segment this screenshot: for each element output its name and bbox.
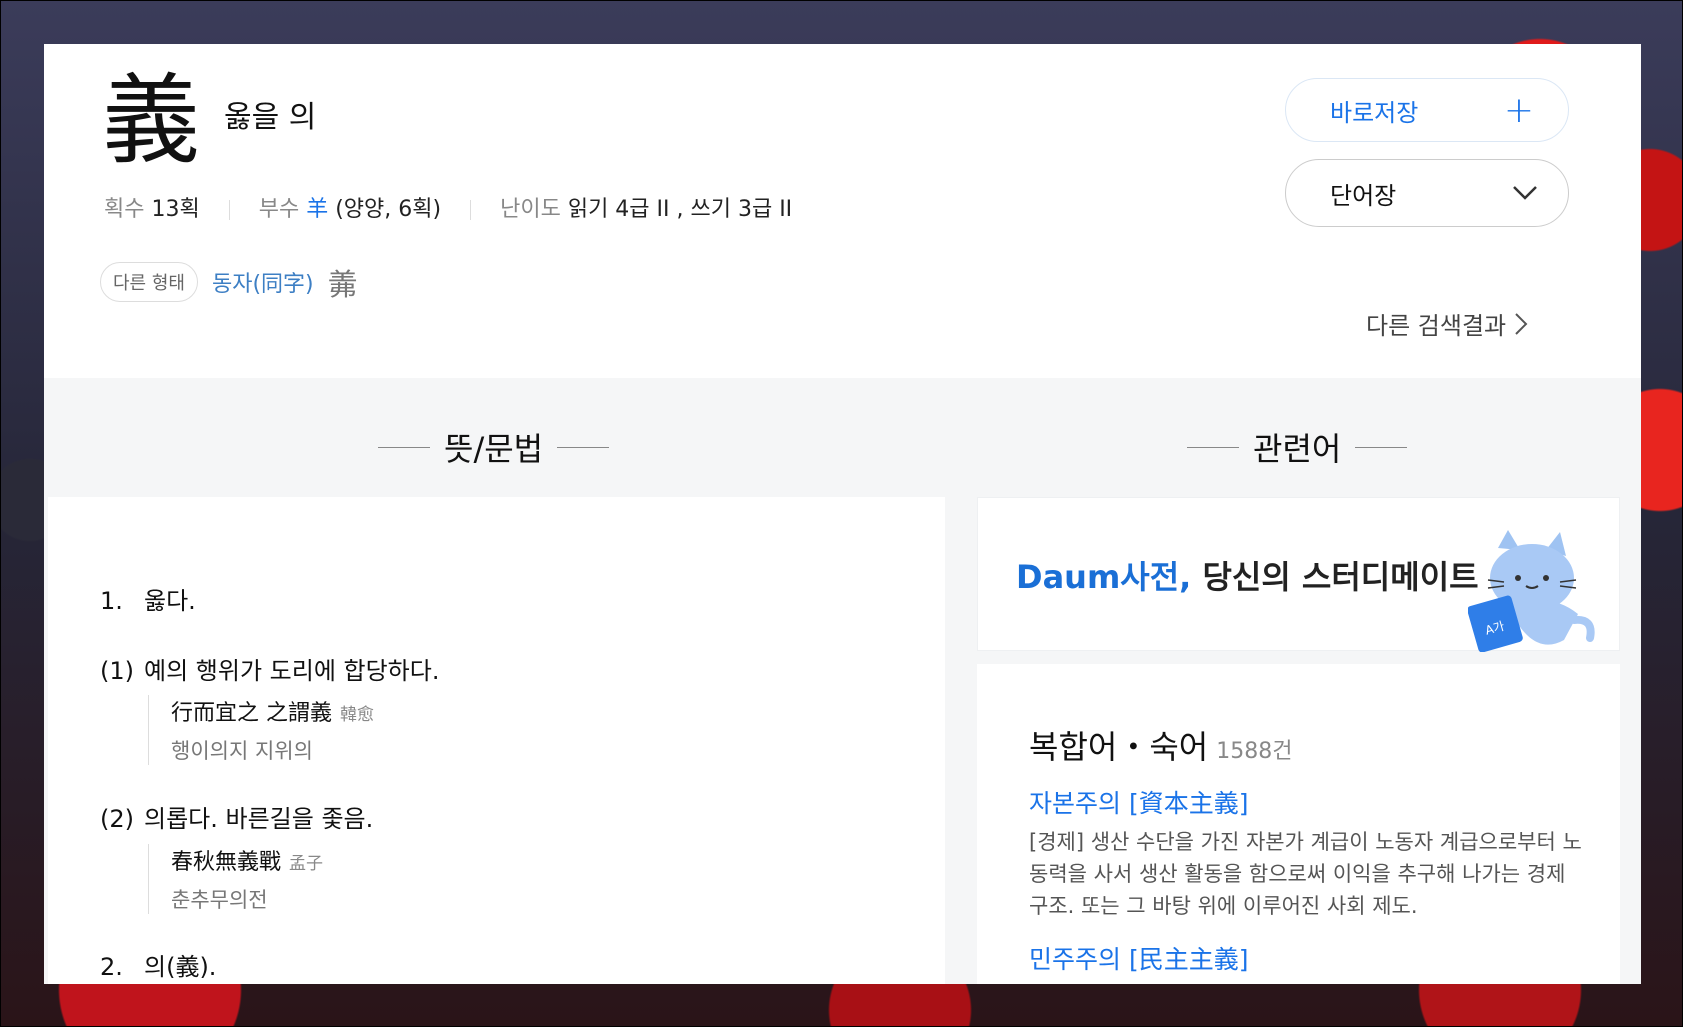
more-results-label: 다른 검색결과 (1366, 312, 1507, 340)
meaning-section-title: 뜻/문법 (378, 424, 610, 470)
entry-hanja: 義 (102, 64, 201, 178)
related-word-link[interactable]: 자본주의 [資本主義] (1029, 784, 1589, 820)
definition-number: (2) (100, 805, 134, 833)
related-heading: 복합어・숙어 1588건 (1029, 722, 1292, 768)
radical-label: 부수 (258, 197, 300, 222)
definition-item: 1. 옳다. (100, 581, 196, 616)
definition-item: 2. 의(義). (100, 947, 216, 982)
related-title-text: 관련어 (1253, 430, 1342, 468)
meaning-title-text: 뜻/문법 (444, 430, 544, 468)
definition-item: (2) 의롭다. 바른길을 좇음. (100, 799, 373, 834)
related-word-link[interactable]: 민주주의 [民主主義] (1029, 940, 1589, 976)
related-word-desc: [경제] 생산 수단을 가진 자본가 계급이 노동자 계급으로부터 노동력을 사… (1029, 830, 1582, 918)
meta-divider (228, 200, 230, 220)
quick-save-label: 바로저장 (1330, 98, 1419, 127)
example-author: 孟子 (289, 854, 324, 874)
example-block: 行而宜之 之謂義 韓愈 행이의지 지위의 (148, 695, 374, 765)
radical-link[interactable]: 羊 (306, 197, 328, 222)
strokes-label: 획수 (104, 197, 145, 222)
cat-mascot-icon: A가 (1468, 530, 1595, 652)
definition-text: 옳다. (144, 587, 196, 615)
definition-text: 의(義). (144, 953, 217, 981)
banner-text: Daum사전, 당신의 스터디메이트 (1016, 552, 1479, 598)
strokes-value: 13획 (151, 197, 200, 222)
entry-meta: 획수 13획 부수 羊 (양양, 6획) 난이도 읽기 4급 II , 쓰기 3… (104, 191, 792, 223)
example-text: 行而宜之 之謂義 (171, 701, 332, 726)
related-item: 자본주의 [資本主義] [경제] 생산 수단을 가진 자본가 계급이 노동자 계… (1029, 784, 1589, 922)
example-text: 春秋無義戰 (171, 850, 282, 875)
related-item: 민주주의 [民主主義] (1029, 940, 1589, 982)
chevron-down-icon (1513, 186, 1537, 200)
banner-tagline: 당신의 스터디메이트 (1191, 558, 1479, 596)
definition-item: (1) 예의 행위가 도리에 합당하다. (100, 651, 439, 686)
example-translation: 춘추무의전 (171, 888, 268, 912)
example-author: 韓愈 (340, 705, 374, 725)
other-form-row: 다른 형태 동자(同字) 羛 (100, 260, 358, 304)
related-section-title: 관련어 (1187, 424, 1408, 470)
related-count: 1588건 (1216, 739, 1293, 764)
definition-number: (1) (100, 657, 134, 685)
chevron-right-icon (1515, 312, 1528, 335)
meaning-card: 1. 옳다. (1) 예의 행위가 도리에 합당하다. 行而宜之 之謂義 韓愈 행이의… (48, 497, 945, 984)
level-label: 난이도 (500, 197, 561, 222)
related-words-card: 복합어・숙어 1588건 자본주의 [資本主義] [경제] 생산 수단을 가진 자… (977, 664, 1620, 984)
meta-divider (470, 200, 472, 220)
entry-reading: 옳을 의 (224, 100, 317, 135)
radical-detail: (양양, 6획) (335, 197, 442, 222)
definition-number: 2. (100, 953, 123, 981)
more-results-link[interactable]: 다른 검색결과 (1366, 306, 1528, 341)
example-translation: 행이의지 지위의 (171, 739, 313, 763)
title-rule (378, 446, 430, 448)
title-rule (1187, 446, 1239, 448)
other-form-pill: 다른 형태 (100, 262, 198, 302)
vocabulary-label: 단어장 (1330, 181, 1397, 210)
related-heading-text: 복합어・숙어 (1029, 728, 1209, 766)
dictionary-panel: 義 옳을 의 획수 13획 부수 羊 (양양, 6획) 난이도 읽기 4급 II… (44, 44, 1641, 984)
quick-save-button[interactable]: 바로저장 + (1285, 78, 1569, 142)
vocabulary-dropdown[interactable]: 단어장 (1285, 159, 1569, 227)
example-block: 春秋無義戰 孟子 춘추무의전 (148, 844, 323, 914)
level-value: 읽기 4급 II , 쓰기 3급 II (567, 197, 793, 222)
example-source: 行而宜之 之謂義 韓愈 (171, 695, 374, 727)
example-source: 春秋無義戰 孟子 (171, 844, 323, 876)
plus-icon: + (1503, 89, 1534, 131)
other-form-hanja[interactable]: 羛 (328, 260, 358, 304)
definition-text: 예의 행위가 도리에 합당하다. (144, 657, 440, 685)
definition-text: 의롭다. 바른길을 좇음. (144, 805, 374, 833)
banner-brand: Daum사전, (1016, 558, 1192, 596)
title-rule (1355, 446, 1408, 448)
title-rule (557, 446, 610, 448)
entry-header: 義 옳을 의 획수 13획 부수 羊 (양양, 6획) 난이도 읽기 4급 II… (44, 44, 1641, 378)
daum-dictionary-banner[interactable]: Daum사전, 당신의 스터디메이트 A가 (977, 497, 1620, 652)
other-form-link[interactable]: 동자(同字) (212, 266, 314, 298)
definition-number: 1. (100, 587, 123, 615)
